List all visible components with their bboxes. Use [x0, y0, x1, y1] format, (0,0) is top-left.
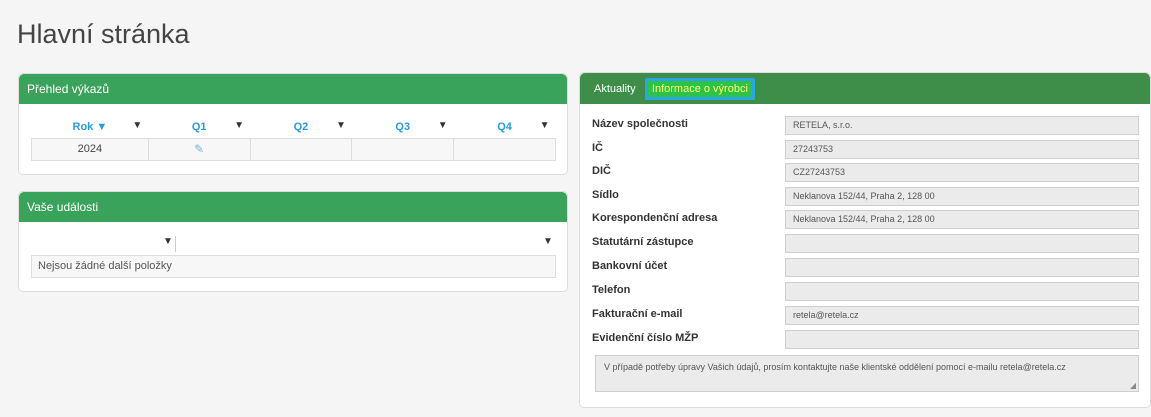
- address-field[interactable]: Neklanova 152/44, Praha 2, 128 00: [785, 187, 1139, 206]
- reports-table: Rok ▼ ▼ Q1 ▼ Q2 ▼ Q3 ▼ Q4 ▼ 2024 ✎: [31, 116, 556, 161]
- tab-informace-o-vyrobci[interactable]: Informace o výrobci: [644, 78, 755, 100]
- statutory-representative-field[interactable]: [785, 234, 1139, 253]
- column-header-q2[interactable]: Q2 ▼: [250, 116, 352, 138]
- empty-list-message: Nejsou žádné další položky: [31, 255, 556, 278]
- resize-grip-icon[interactable]: ◢: [1130, 381, 1136, 390]
- filter-icon[interactable]: ▼: [336, 120, 346, 131]
- field-label: Statutární zástupce: [592, 236, 694, 248]
- info-note-textarea[interactable]: V případě potřeby úpravy Vašich údajů, p…: [595, 355, 1139, 392]
- filter-icon[interactable]: ▼: [438, 120, 448, 131]
- company-name-field[interactable]: RETELA, s.r.o.: [785, 116, 1139, 135]
- ic-field[interactable]: 27243753: [785, 140, 1139, 159]
- column-header-rok[interactable]: Rok ▼ ▼: [32, 116, 149, 138]
- edit-icon[interactable]: ✎: [194, 142, 204, 156]
- field-label: DIČ: [592, 165, 611, 177]
- phone-field[interactable]: [785, 282, 1139, 301]
- correspondence-address-field[interactable]: Neklanova 152/44, Praha 2, 128 00: [785, 210, 1139, 229]
- field-label: IČ: [592, 142, 603, 154]
- field-label: Evidenční číslo MŽP: [592, 332, 699, 344]
- events-panel-header: Vaše události: [19, 192, 567, 222]
- filter-icon[interactable]: ▼: [540, 120, 550, 131]
- column-header-q4[interactable]: Q4 ▼: [454, 116, 556, 138]
- info-tabs: Aktuality Informace o výrobci: [580, 73, 1150, 104]
- page-title: Hlavní stránka: [17, 19, 190, 49]
- year-cell: 2024: [31, 137, 149, 161]
- field-label: Korespondenční adresa: [592, 212, 718, 224]
- column-divider: [175, 236, 176, 252]
- field-label: Název společnosti: [592, 118, 688, 130]
- filter-icon[interactable]: ▼: [132, 120, 142, 131]
- table-row: 2024 ✎: [31, 137, 556, 161]
- dic-field[interactable]: CZ27243753: [785, 163, 1139, 182]
- mzp-number-field[interactable]: [785, 330, 1139, 349]
- filter-icon[interactable]: ▼: [543, 236, 553, 247]
- field-label: Telefon: [592, 284, 631, 296]
- filter-icon[interactable]: ▼: [234, 120, 244, 131]
- field-label: Sídlo: [592, 189, 619, 201]
- column-header-q1[interactable]: Q1 ▼: [148, 116, 250, 138]
- field-label: Bankovní účet: [592, 260, 668, 272]
- bank-account-field[interactable]: [785, 258, 1139, 277]
- column-header-q3[interactable]: Q3 ▼: [352, 116, 454, 138]
- billing-email-field[interactable]: retela@retela.cz: [785, 306, 1139, 325]
- events-panel: Vaše události ▼ ▼ Nejsou žádné další pol…: [18, 191, 568, 292]
- info-panel: Aktuality Informace o výrobci Název spol…: [579, 72, 1151, 408]
- reports-panel-header: Přehled výkazů: [19, 74, 567, 104]
- field-label: Fakturační e-mail: [592, 308, 683, 320]
- tab-aktuality[interactable]: Aktuality: [588, 79, 642, 99]
- reports-panel: Přehled výkazů Rok ▼ ▼ Q1 ▼ Q2 ▼ Q3 ▼ Q4 ▼ 20…: [18, 73, 568, 175]
- info-note-text: V případě potřeby úpravy Vašich údajů, p…: [604, 362, 1066, 372]
- filter-icon[interactable]: ▼: [163, 236, 173, 247]
- events-table-header: ▼ ▼: [31, 234, 556, 254]
